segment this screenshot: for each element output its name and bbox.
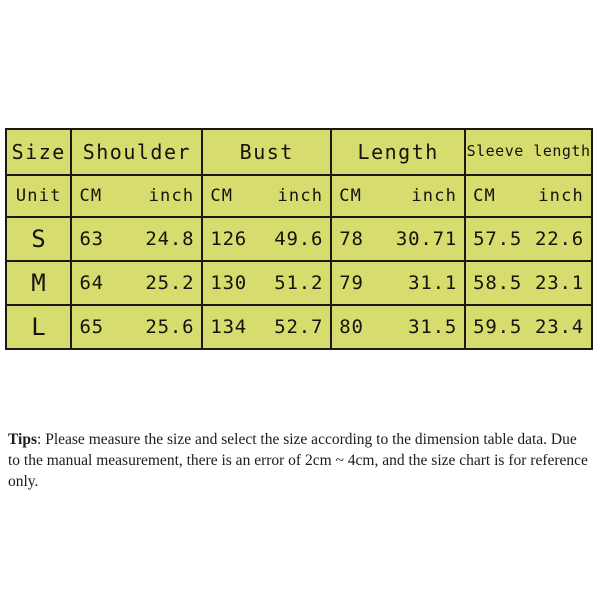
value-length-inch-s: 30.71 [395,228,458,250]
value-bust-inch-l: 52.7 [274,316,324,338]
value-bust-cm-l: 134 [210,316,248,338]
cell-shoulder-s: 63 24.8 [70,216,204,262]
value-shoulder-inch-l: 25.6 [145,316,195,338]
value-length-cm-m: 79 [339,272,364,294]
unit-shoulder-inch: inch [148,186,195,206]
value-shoulder-cm-m: 64 [79,272,104,294]
unit-length: CM inch [330,174,467,218]
header-size: Size [4,128,73,176]
value-sleeve-inch-l: 23.4 [535,316,584,338]
cell-bust-s: 126 49.6 [201,216,333,262]
unit-sleeve: CM inch [464,174,593,218]
value-shoulder-inch-s: 24.8 [145,228,195,250]
value-length-inch-l: 31.5 [408,316,458,338]
size-chart-page: Size Shoulder Bust Length Sleeve length … [0,0,600,600]
value-bust-inch-m: 51.2 [274,272,324,294]
header-bust: Bust [201,128,333,176]
table-row: L 65 25.6 134 52.7 80 31.5 59.5 23.4 [4,304,593,350]
unit-length-cm: CM [339,186,363,206]
unit-sleeve-cm: CM [473,186,496,206]
unit-bust-inch: inch [277,186,324,206]
header-shoulder: Shoulder [70,128,204,176]
unit-bust: CM inch [201,174,333,218]
cell-sleeve-l: 59.5 23.4 [464,304,593,350]
cell-length-s: 78 30.71 [330,216,467,262]
table-row: M 64 25.2 130 51.2 79 31.1 58.5 23.1 [4,260,593,306]
unit-label: Unit [4,174,73,218]
tips-separator: : [37,431,46,448]
value-sleeve-cm-s: 57.5 [473,228,523,250]
unit-bust-cm: CM [210,186,234,206]
cell-sleeve-s: 57.5 22.6 [464,216,593,262]
cell-length-m: 79 31.1 [330,260,467,306]
header-length: Length [330,128,467,176]
tips-body: Please measure the size and select the s… [8,431,588,490]
table-unit-row: Unit CM inch CM inch CM inch CM inch [4,174,593,218]
cell-shoulder-m: 64 25.2 [70,260,204,306]
value-length-cm-l: 80 [339,316,364,338]
unit-sleeve-inch: inch [538,186,584,206]
cell-sleeve-m: 58.5 23.1 [464,260,593,306]
value-shoulder-inch-m: 25.2 [145,272,195,294]
value-shoulder-cm-s: 63 [79,228,104,250]
unit-shoulder: CM inch [70,174,204,218]
table-header-row: Size Shoulder Bust Length Sleeve length [4,128,593,176]
value-sleeve-inch-m: 23.1 [535,272,584,294]
size-table: Size Shoulder Bust Length Sleeve length … [4,128,593,350]
tips-label: Tips [8,431,38,448]
value-sleeve-cm-m: 58.5 [473,272,523,294]
row-size-m: M [4,260,73,306]
header-sleeve-length: Sleeve length [464,128,593,176]
tips-note: Tips: Please measure the size and select… [8,429,592,492]
cell-length-l: 80 31.5 [330,304,467,350]
row-size-l: L [4,304,73,350]
value-bust-cm-s: 126 [210,228,248,250]
size-table-container: Size Shoulder Bust Length Sleeve length … [4,128,593,350]
cell-bust-m: 130 51.2 [201,260,333,306]
unit-shoulder-cm: CM [79,186,103,206]
value-bust-inch-s: 49.6 [274,228,324,250]
table-row: S 63 24.8 126 49.6 78 30.71 57.5 22.6 [4,216,593,262]
row-size-s: S [4,216,73,262]
value-bust-cm-m: 130 [210,272,248,294]
value-sleeve-inch-s: 22.6 [535,228,584,250]
cell-bust-l: 134 52.7 [201,304,333,350]
value-length-inch-m: 31.1 [408,272,458,294]
unit-length-inch: inch [411,186,458,206]
value-sleeve-cm-l: 59.5 [473,316,523,338]
value-shoulder-cm-l: 65 [79,316,104,338]
value-length-cm-s: 78 [339,228,364,250]
cell-shoulder-l: 65 25.6 [70,304,204,350]
